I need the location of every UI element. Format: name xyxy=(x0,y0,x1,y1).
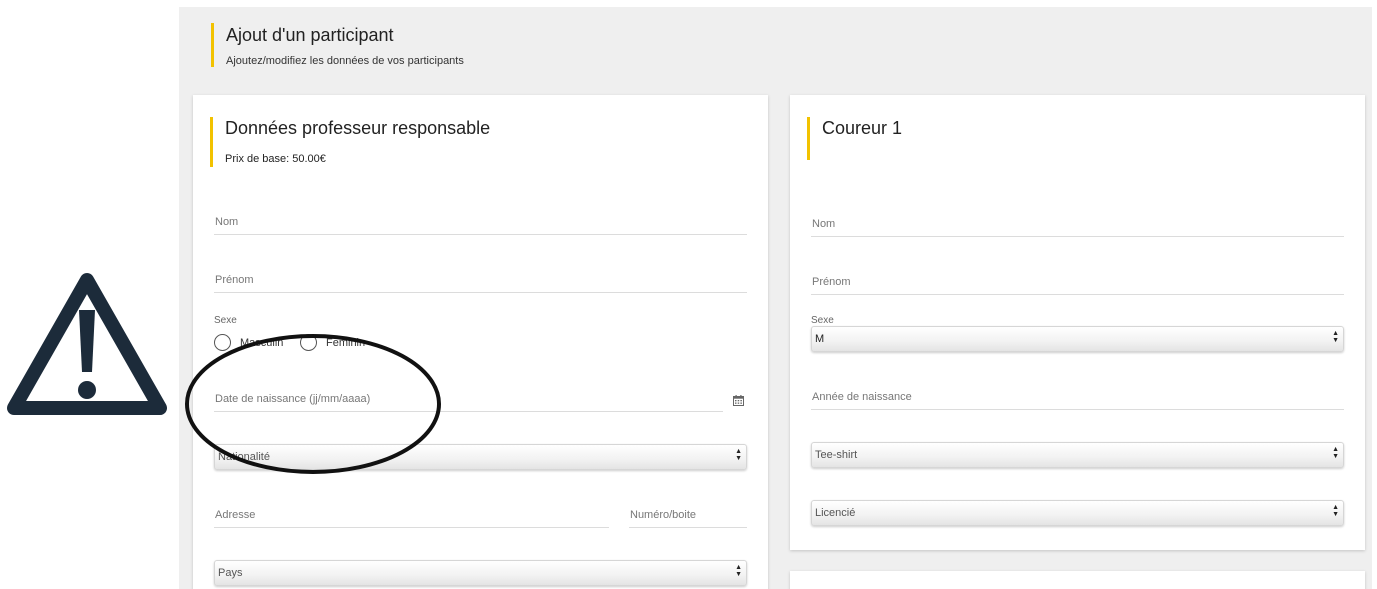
runner-licencie-value: Licencié xyxy=(815,507,856,519)
base-price: Prix de base: 50.00€ xyxy=(225,153,326,165)
page-title: Ajout d'un participant xyxy=(226,25,394,45)
up-down-arrows-icon: ▲ ▼ xyxy=(1332,504,1339,518)
teacher-sexe-label: Sexe xyxy=(214,315,237,326)
teacher-card-title: Données professeur responsable xyxy=(225,118,491,138)
teacher-prenom-placeholder: Prénom xyxy=(215,274,254,286)
runner-nom-input[interactable]: Nom xyxy=(811,207,1344,237)
runner-prenom-placeholder: Prénom xyxy=(812,276,851,288)
warning-triangle-icon xyxy=(7,273,167,415)
teacher-numero-input[interactable]: Numéro/boite xyxy=(629,498,747,528)
up-down-arrows-icon: ▲ ▼ xyxy=(735,564,742,578)
highlight-ellipse xyxy=(185,334,441,474)
up-down-arrows-icon: ▲ ▼ xyxy=(1332,330,1339,344)
runner-licencie-select[interactable]: Licencié ▲ ▼ xyxy=(811,500,1344,526)
teacher-nom-input[interactable]: Nom xyxy=(214,205,747,235)
page-subtitle: Ajoutez/modifiez les données de vos part… xyxy=(226,55,464,67)
teacher-prenom-input[interactable]: Prénom xyxy=(214,263,747,293)
runner-prenom-input[interactable]: Prénom xyxy=(811,265,1344,295)
teacher-card-header: Données professeur responsable Prix de b… xyxy=(210,117,490,167)
runner-sexe-select[interactable]: M ▲ ▼ xyxy=(811,326,1344,352)
runner-sexe-value: M xyxy=(815,333,825,345)
runner-annee-input[interactable]: Année de naissance xyxy=(811,380,1344,410)
teacher-pays-select[interactable]: Pays ▲ ▼ xyxy=(214,560,747,586)
up-down-arrows-icon: ▲ ▼ xyxy=(1332,446,1339,460)
runner-tshirt-value: Tee-shirt xyxy=(815,449,858,461)
teacher-nom-placeholder: Nom xyxy=(215,216,239,228)
runner-card: Coureur 1 Nom Prénom Sexe M ▲ ▼ Année de … xyxy=(790,95,1365,550)
teacher-numero-placeholder: Numéro/boite xyxy=(630,509,697,521)
teacher-adresse-input[interactable]: Adresse xyxy=(214,498,609,528)
up-down-arrows-icon: ▲ ▼ xyxy=(735,448,742,462)
runner-annee-placeholder: Année de naissance xyxy=(812,391,912,403)
runner-nom-placeholder: Nom xyxy=(812,218,836,230)
teacher-pays-value: Pays xyxy=(218,567,243,579)
teacher-adresse-placeholder: Adresse xyxy=(215,509,256,521)
runner-card-header: Coureur 1 xyxy=(807,117,902,160)
runner-card-title: Coureur 1 xyxy=(822,118,903,138)
runner-sexe-label: Sexe xyxy=(811,315,834,326)
page-header: Ajout d'un participant Ajoutez/modifiez … xyxy=(211,23,464,67)
calendar-icon[interactable] xyxy=(733,395,744,406)
runner-2-card xyxy=(790,571,1365,589)
runner-tshirt-select[interactable]: Tee-shirt ▲ ▼ xyxy=(811,442,1344,468)
